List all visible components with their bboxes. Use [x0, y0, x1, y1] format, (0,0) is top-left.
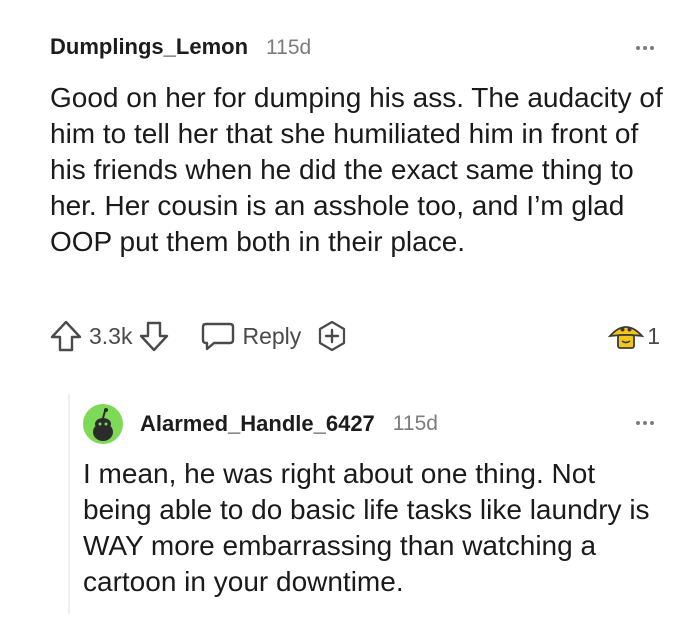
reply-label: Reply [242, 322, 302, 349]
comment-header: Dumplings_Lemon 115d [50, 34, 670, 60]
comment-body: Good on her for dumping his ass. The aud… [50, 82, 663, 257]
comment-age: 115d [392, 412, 438, 435]
comment-username[interactable]: Alarmed_Handle_6427 [140, 411, 375, 437]
comment-username[interactable]: Dumplings_Lemon [50, 34, 248, 60]
reply-button[interactable]: Reply [200, 320, 301, 352]
comment-age: 115d [266, 36, 312, 59]
thread-line[interactable] [68, 394, 70, 614]
downvote-button[interactable] [138, 318, 170, 354]
comment-actions: 3.3k Reply 1 [48, 318, 660, 354]
reply-comment-header: Alarmed_Handle_6427 115d [83, 404, 438, 444]
more-options-icon[interactable] [636, 421, 654, 425]
avatar[interactable] [83, 404, 123, 444]
vote-count: 3.3k [89, 322, 133, 349]
downvote-icon [140, 321, 169, 352]
add-award-icon [319, 320, 346, 352]
award-badge[interactable]: 1 [607, 320, 660, 352]
comment-dumplings-lemon: Dumplings_Lemon 115d [50, 34, 670, 60]
reply-comment-body: I mean, he was right about one thing. No… [83, 458, 650, 597]
award-count: 1 [647, 322, 660, 349]
more-options-icon[interactable] [636, 46, 654, 50]
award-icon [607, 326, 645, 349]
snoo-avatar-icon [93, 408, 113, 441]
upvote-icon [50, 320, 82, 352]
award-button[interactable] [315, 319, 349, 353]
reply-bubble-icon [202, 322, 235, 351]
upvote-button[interactable] [48, 318, 84, 354]
